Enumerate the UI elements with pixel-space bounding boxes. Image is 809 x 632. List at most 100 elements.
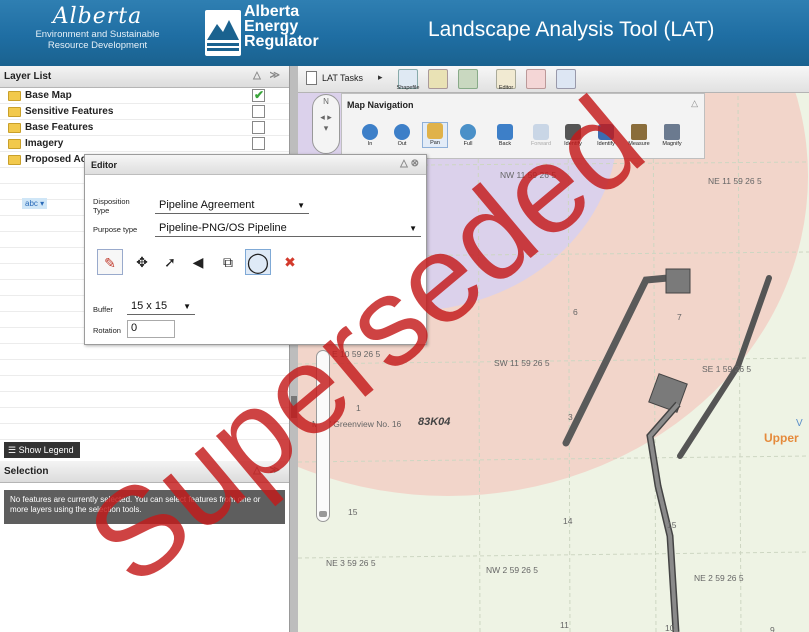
layer-checkbox[interactable] xyxy=(252,121,265,134)
reshape-tool[interactable]: ◀ xyxy=(185,249,211,275)
compass-down-icon[interactable]: ▾ xyxy=(313,123,339,134)
zoom-in-label: In xyxy=(367,141,373,147)
folder-icon xyxy=(8,123,21,133)
lat-tasks-expand-arrow[interactable]: ▸ xyxy=(378,72,383,83)
delete-vertex-tool[interactable]: ✖ xyxy=(277,249,303,275)
layer-checkbox[interactable] xyxy=(252,105,265,118)
measure-button[interactable]: Measure xyxy=(626,124,652,147)
show-legend-button[interactable]: ☰ Show Legend xyxy=(4,442,80,458)
layer-list-collapse-controls[interactable]: △ ≫ xyxy=(253,70,283,81)
cut-tool[interactable]: ⧉ xyxy=(215,249,241,275)
map-label-legal-land: NE 11 59 26 5 xyxy=(708,176,762,186)
add-vertex-tool[interactable]: ➚ xyxy=(157,249,183,275)
layer-label: Base Map xyxy=(25,90,72,101)
alberta-logo-text: Alberta xyxy=(52,4,143,29)
map-navigation-title: Map Navigation xyxy=(347,100,414,110)
folder-icon xyxy=(8,139,21,149)
pencil-icon: ✎ xyxy=(104,255,116,271)
favorites-icon[interactable] xyxy=(428,69,448,89)
aer-line-3: Regulator xyxy=(244,33,319,50)
layer-map-icon[interactable] xyxy=(458,69,478,89)
map-label-legal-land: SE 1 59 26 5 xyxy=(702,364,752,374)
identify-all-button[interactable]: Identify xyxy=(593,124,619,147)
layer-checkbox[interactable] xyxy=(252,137,265,150)
aer-line-2: Energy xyxy=(244,18,299,35)
ministry-name-line-1: Environment and Sustainable xyxy=(35,29,160,40)
compass-arrows-icon[interactable]: ◂ ▸ xyxy=(313,112,339,123)
layer-sub-item[interactable]: abc ▾ xyxy=(22,198,48,209)
disposition-type-label: Disposition Type xyxy=(93,197,130,215)
editor-window-controls[interactable]: △ ⊗ xyxy=(400,158,419,169)
left-panel: Layer List △ ≫ Base Map Sensitive Featur… xyxy=(0,66,290,632)
splitter-grip[interactable] xyxy=(291,396,297,418)
magnify-button[interactable]: Magnify xyxy=(659,124,685,147)
zoom-out-icon xyxy=(394,124,410,140)
reshape-icon: ◀ xyxy=(192,254,204,270)
layer-list-header: Layer List △ ≫ xyxy=(0,66,289,88)
rotation-input[interactable]: 0 xyxy=(127,320,175,338)
aer-line-1: Alberta xyxy=(244,3,300,20)
pan-button[interactable]: Pan xyxy=(422,122,448,148)
purpose-type-label: Purpose type xyxy=(93,225,138,234)
back-button[interactable]: Back xyxy=(492,124,518,147)
layer-list-title: Layer List xyxy=(4,71,52,82)
disposition-type-select[interactable]: Pipeline Agreement ▼ xyxy=(155,198,309,214)
map-label-section: 6 xyxy=(573,307,578,317)
zoom-in-button[interactable]: In xyxy=(357,124,383,147)
chevron-down-icon: ▼ xyxy=(297,201,305,210)
identify-button[interactable]: Identify xyxy=(560,124,586,147)
map-label-section: 9 xyxy=(770,625,775,632)
layer-item-base-features[interactable]: Base Features xyxy=(0,120,289,136)
layer-checkbox[interactable] xyxy=(252,88,265,102)
info-multi-icon xyxy=(598,124,614,140)
shapefile-label: Shapefile xyxy=(396,85,420,91)
zoom-slider[interactable] xyxy=(316,350,330,522)
zoom-in-icon xyxy=(362,124,378,140)
layer-item-imagery[interactable]: Imagery xyxy=(0,136,289,152)
map-label-legal-land: NW 11 59 26 5 xyxy=(500,170,557,180)
move-icon: ✥ xyxy=(136,254,148,270)
editor-tool-label: Editor xyxy=(498,85,514,91)
measure-label: Measure xyxy=(628,141,650,147)
panel-splitter[interactable] xyxy=(290,66,298,632)
report-icon[interactable] xyxy=(526,69,546,89)
pan-label: Pan xyxy=(430,140,440,146)
draw-pencil-tool[interactable]: ✎ xyxy=(97,249,123,275)
forward-arrow-icon xyxy=(533,124,549,140)
map-label-section: 7 xyxy=(677,312,682,322)
pan-compass[interactable]: N ◂ ▸ ▾ xyxy=(312,94,340,154)
selection-message: No features are currently selected. You … xyxy=(4,490,285,524)
legend-icon: ☰ xyxy=(8,445,19,455)
magnifier-icon xyxy=(664,124,680,140)
forward-button[interactable]: Forward xyxy=(528,124,554,147)
selection-title: Selection xyxy=(4,466,49,477)
editor-dialog: Editor △ ⊗ Disposition Type Pipeline Agr… xyxy=(84,154,427,345)
lat-tasks-label: LAT Tasks xyxy=(322,73,364,83)
cut-icon: ⧉ xyxy=(223,254,233,270)
lat-tasks-menu[interactable]: LAT Tasks xyxy=(306,71,364,85)
magnify-label: Magnify xyxy=(662,141,682,147)
map-label-legal-land: E 10 59 26 5 xyxy=(332,349,381,359)
buffer-select[interactable]: 15 x 15 ▼ xyxy=(127,299,195,315)
chevron-down-icon: ▼ xyxy=(183,302,191,311)
aer-logo-icon xyxy=(205,10,241,56)
map-label-place: Upper xyxy=(764,431,799,445)
move-tool[interactable]: ✥ xyxy=(129,249,155,275)
layer-item-base-map[interactable]: Base Map xyxy=(0,88,289,104)
purpose-type-select[interactable]: Pipeline-PNG/OS Pipeline ▼ xyxy=(155,221,421,237)
folder-icon xyxy=(8,155,21,165)
rotate-tool[interactable]: ◯ xyxy=(245,249,271,275)
map-label-legal-land: NE 2 59 26 5 xyxy=(694,573,744,583)
editor-header[interactable]: Editor △ ⊗ xyxy=(85,155,426,175)
full-extent-button[interactable]: Full xyxy=(455,124,481,147)
zoom-out-button[interactable]: Out xyxy=(389,124,415,147)
layer-item-sensitive-features[interactable]: Sensitive Features xyxy=(0,104,289,120)
map-navigation-collapse[interactable]: △ xyxy=(691,98,698,109)
selection-collapse-controls[interactable]: △ ≫ xyxy=(253,465,283,476)
export-icon[interactable] xyxy=(556,69,576,89)
tasks-icon xyxy=(306,71,317,85)
map-label-place: V xyxy=(796,418,803,429)
zoom-slider-knob[interactable] xyxy=(319,511,327,517)
back-label: Back xyxy=(498,141,512,147)
info-icon xyxy=(565,124,581,140)
